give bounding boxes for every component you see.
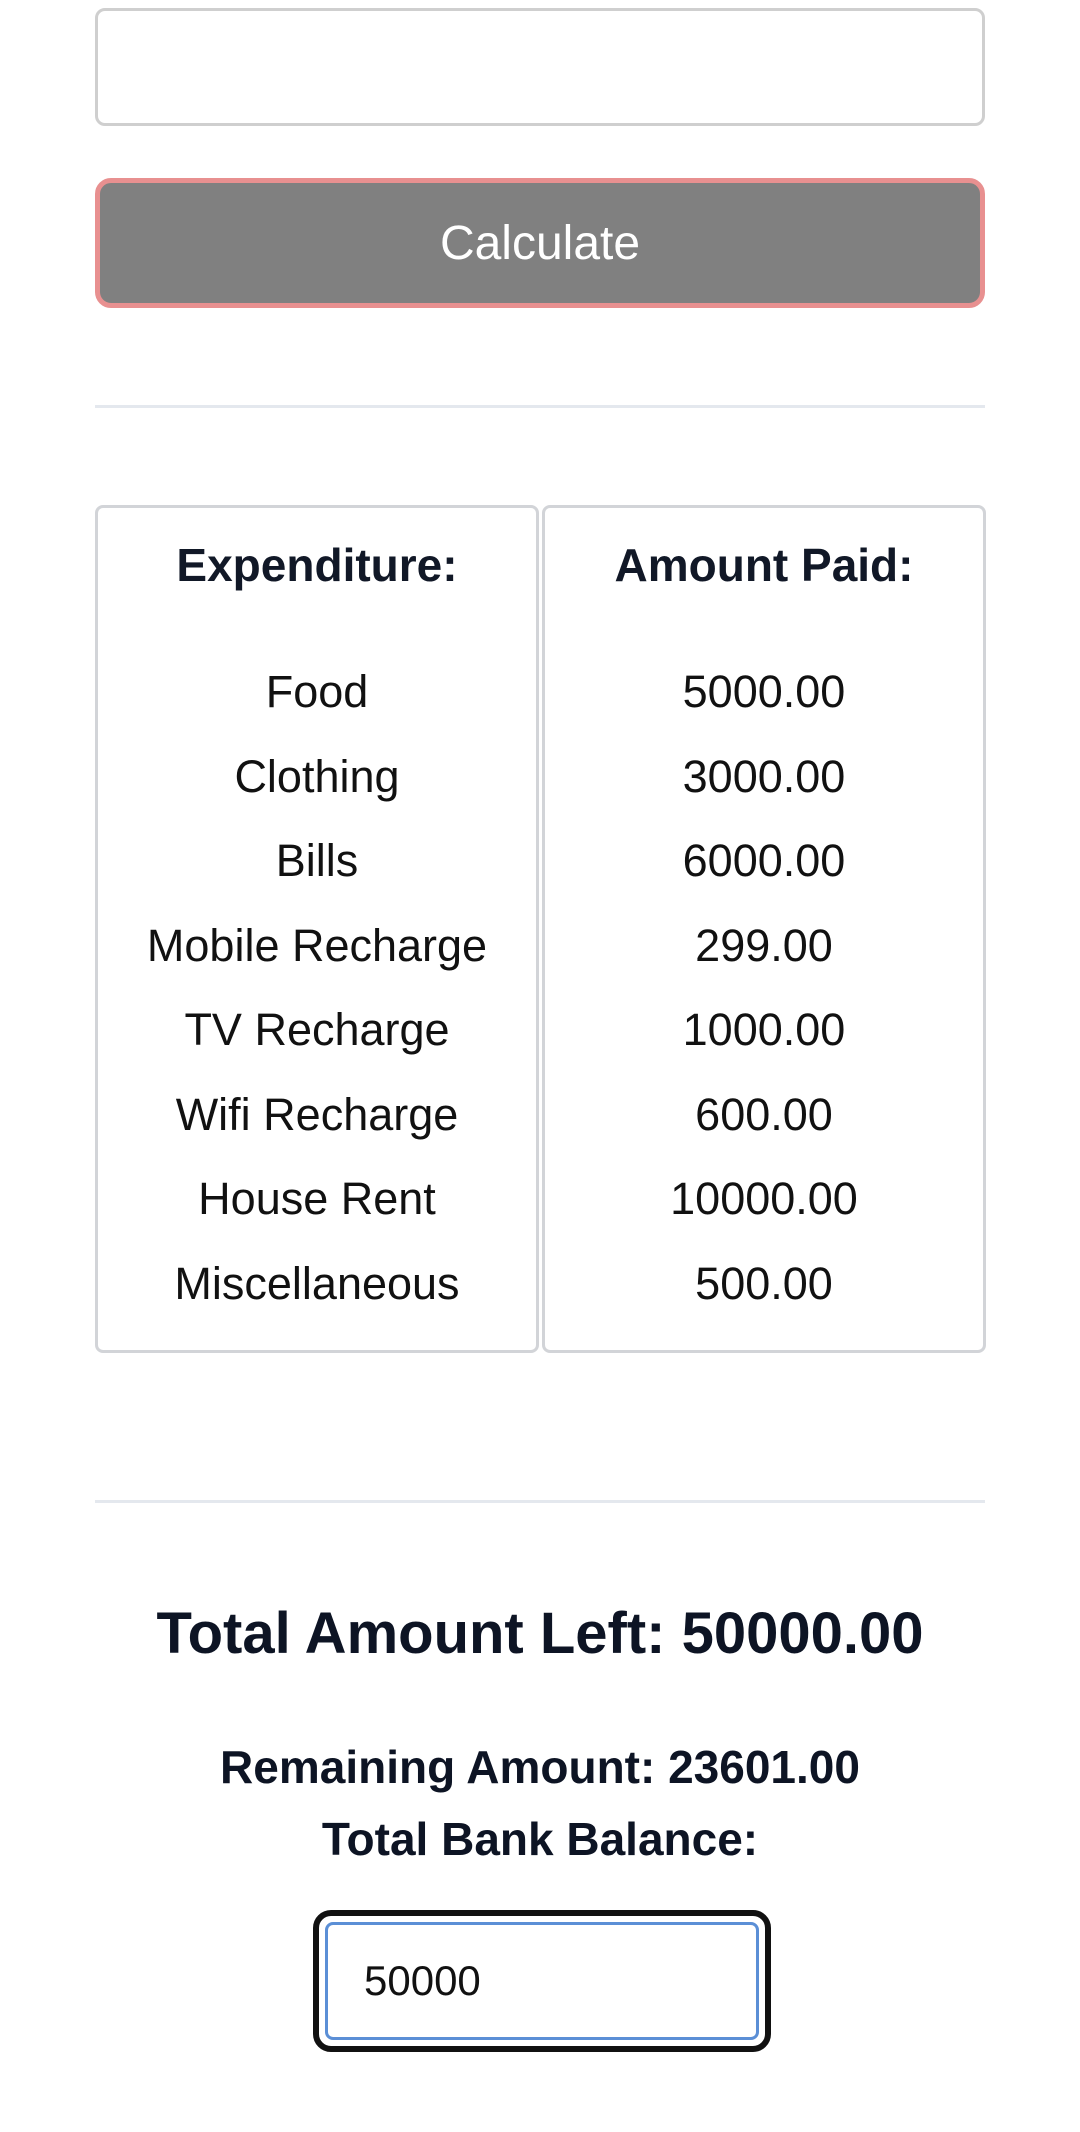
expenditure-item: Bills [275, 835, 359, 886]
expenditure-item: Food [265, 666, 369, 717]
expenditure-list: Food Clothing Bills Mobile Recharge TV R… [98, 650, 536, 1326]
amount-item: 500.00 [695, 1257, 833, 1309]
bank-balance-input[interactable] [325, 1922, 759, 2040]
amount-item: 1000.00 [682, 1004, 846, 1055]
expenditure-item: TV Recharge [184, 1004, 450, 1055]
expenditure-item: Mobile Recharge [146, 919, 488, 971]
expenditure-item: House Rent [198, 1173, 436, 1224]
expenditure-item: Clothing [234, 750, 400, 802]
bank-balance-focus-ring [313, 1910, 771, 2052]
total-amount-left: Total Amount Left: 50000.00 [156, 1601, 924, 1666]
expenditure-header: Expenditure: [176, 539, 458, 591]
divider-bottom [95, 1500, 985, 1503]
expenditure-item: Miscellaneous [174, 1257, 460, 1309]
expenditure-column: Expenditure: Food Clothing Bills Mobile … [95, 505, 539, 1353]
amount-item: 6000.00 [682, 835, 846, 886]
amount-paid-column: Amount Paid: 5000.00 3000.00 6000.00 299… [542, 505, 986, 1353]
amount-item: 3000.00 [682, 750, 846, 802]
amount-paid-header: Amount Paid: [614, 539, 914, 591]
calculate-button[interactable]: Calculate [95, 178, 985, 308]
remaining-amount: Remaining Amount: 23601.00 [220, 1741, 860, 1793]
amount-item: 299.00 [695, 919, 833, 971]
amount-item: 10000.00 [670, 1173, 858, 1224]
amount-item: 5000.00 [682, 666, 846, 717]
divider-top [95, 405, 985, 408]
expenditure-item: Wifi Recharge [175, 1088, 459, 1140]
total-bank-balance-label: Total Bank Balance: [321, 1813, 759, 1865]
amount-list: 5000.00 3000.00 6000.00 299.00 1000.00 6… [545, 650, 983, 1326]
amount-item: 600.00 [695, 1088, 833, 1140]
expense-amount-input[interactable] [95, 8, 985, 126]
